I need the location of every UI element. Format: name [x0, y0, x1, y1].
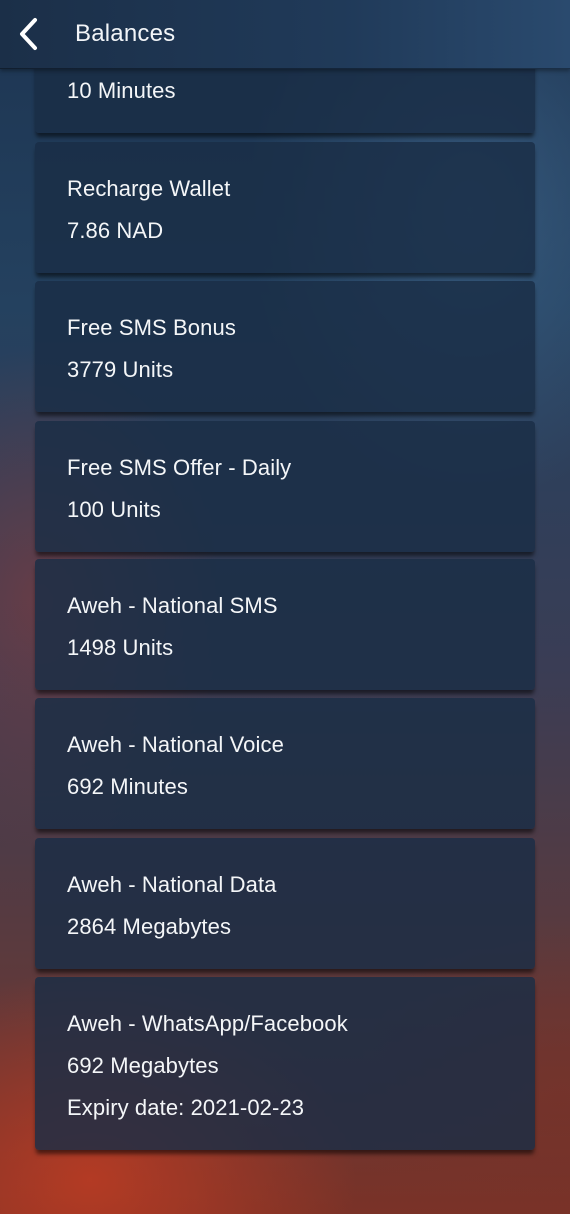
chevron-left-icon — [20, 18, 37, 50]
balance-name: Aweh - National SMS — [67, 593, 278, 618]
balance-name: Free SMS Bonus — [67, 315, 236, 340]
balance-name: Aweh - National Data — [67, 872, 277, 897]
page-title: Balances — [75, 20, 176, 47]
balance-name: Aweh - WhatsApp/Facebook — [67, 1011, 348, 1036]
balance-card[interactable]: Aweh - National SMS 1498 Units — [35, 559, 535, 690]
balance-value: 1498 Units — [67, 635, 174, 660]
balance-expiry: Expiry date: 2021-02-23 — [67, 1095, 305, 1120]
app-header: Balances — [0, 0, 570, 69]
balance-value: 7.86 NAD — [67, 218, 164, 243]
balance-card[interactable]: Aweh - National Data 2864 Megabytes — [35, 838, 535, 969]
balance-value: 3779 Units — [67, 357, 174, 382]
back-button[interactable] — [6, 10, 50, 58]
balance-card[interactable]: Free SMS Offer - Daily 100 Units — [35, 421, 535, 552]
balance-card[interactable]: Free SMS Bonus 3779 Units — [35, 281, 535, 412]
balance-value: 2864 Megabytes — [67, 914, 232, 939]
balance-name: Recharge Wallet — [67, 176, 231, 201]
balance-value: 692 Megabytes — [67, 1053, 219, 1078]
balance-name: Free SMS Offer - Daily — [67, 455, 292, 480]
balance-card[interactable]: Aweh - National Voice 692 Minutes — [35, 698, 535, 829]
balance-value: 100 Units — [67, 497, 161, 522]
balance-name: Aweh - National Voice — [67, 732, 284, 757]
balance-card[interactable]: Aweh - WhatsApp/Facebook 692 Megabytes E… — [35, 977, 535, 1150]
balance-value: 10 Minutes — [67, 78, 176, 103]
balance-value: 692 Minutes — [67, 774, 188, 799]
balance-card[interactable]: Recharge Wallet 7.86 NAD — [35, 142, 535, 273]
